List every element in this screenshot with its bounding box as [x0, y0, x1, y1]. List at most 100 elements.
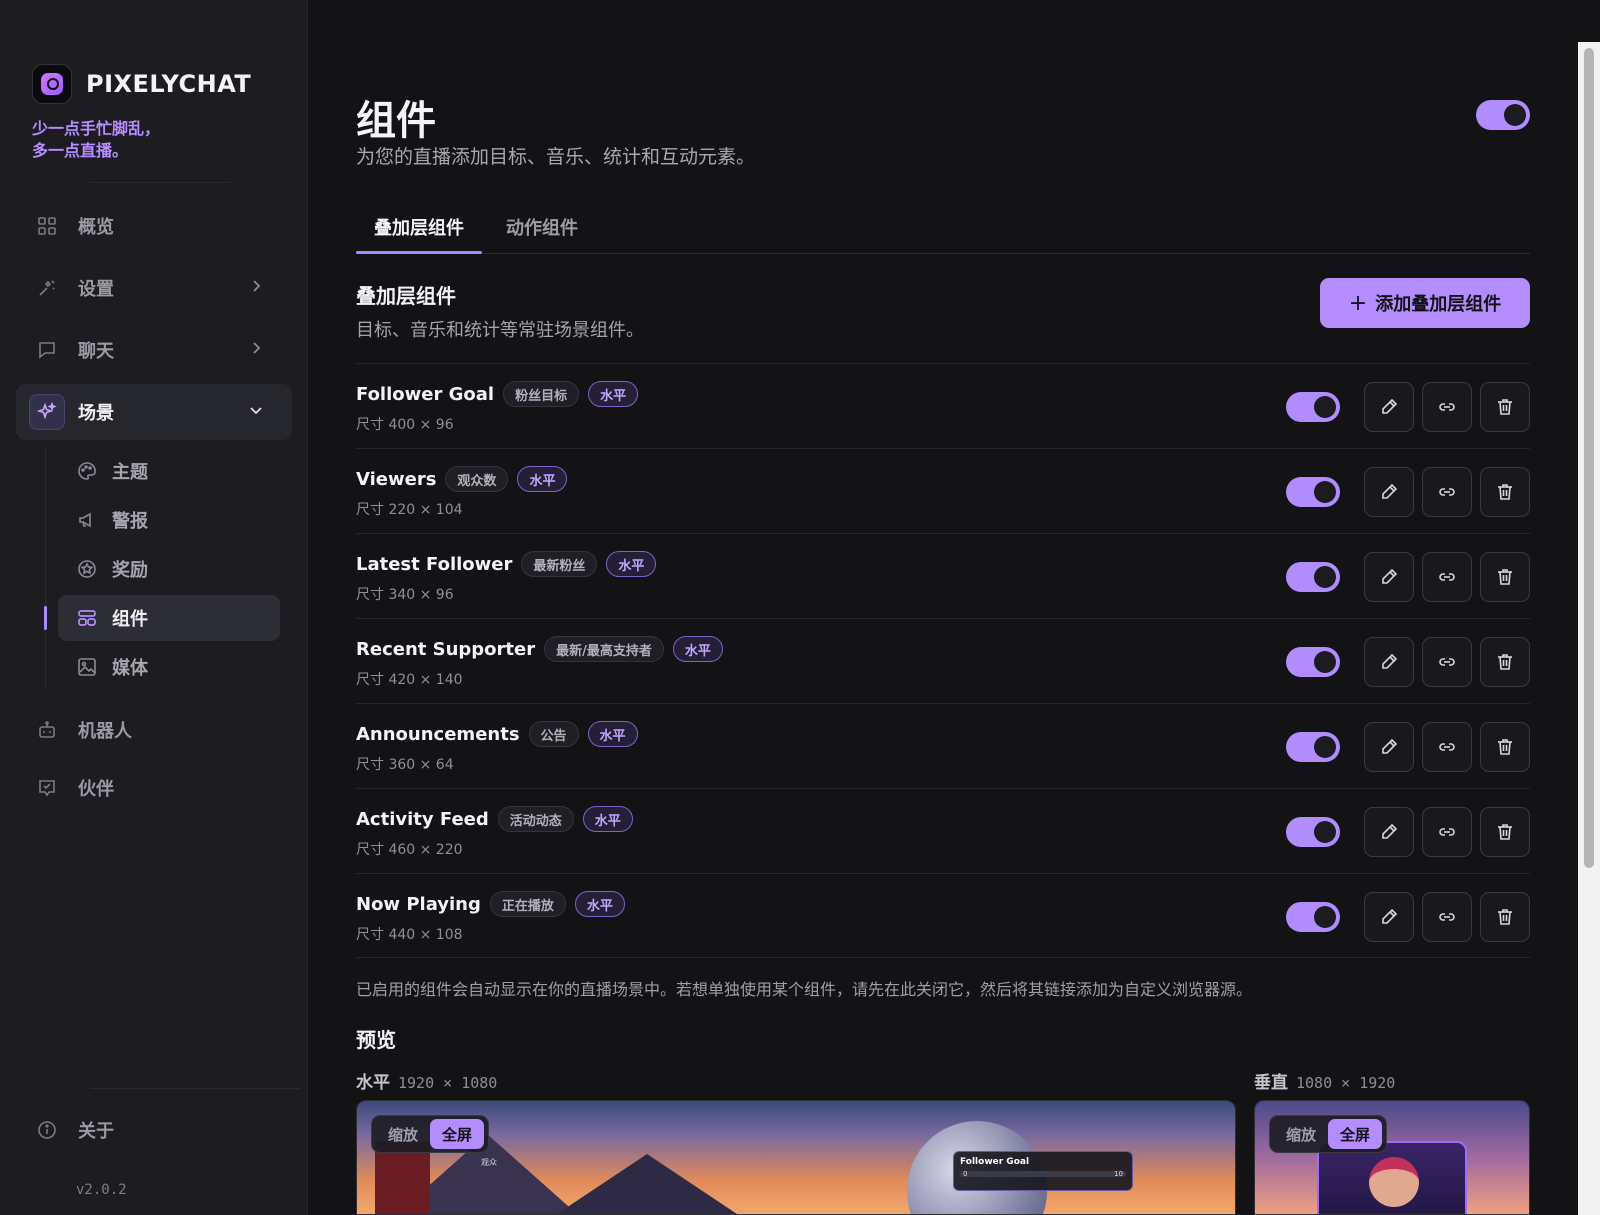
copy-link-button[interactable]	[1422, 382, 1472, 432]
scrollbar-thumb[interactable]	[1584, 48, 1594, 868]
sidebar-item-chat[interactable]: 聊天	[16, 322, 292, 378]
fullscreen-button[interactable]: 全屏	[1328, 1119, 1383, 1149]
edit-widget-button[interactable]	[1364, 722, 1414, 772]
pencil-icon	[1379, 397, 1399, 417]
edit-widget-button[interactable]	[1364, 467, 1414, 517]
sidebar-subitem-themes[interactable]: 主题	[58, 448, 280, 494]
copy-link-button[interactable]	[1422, 892, 1472, 942]
plus-icon: +	[1348, 290, 1368, 316]
widget-enable-toggle[interactable]	[1286, 562, 1340, 592]
preview-horizontal-frame[interactable]: 缩放 全屏 观众 Follower Goal 0 10	[356, 1100, 1236, 1215]
delete-widget-button[interactable]	[1480, 382, 1530, 432]
widget-list: Follower Goal 粉丝目标 水平 尺寸 400 × 96 Viewer…	[356, 363, 1530, 958]
widget-row-header: Now Playing 正在播放 水平	[356, 889, 625, 919]
trash-icon	[1495, 822, 1515, 842]
pencil-icon	[1379, 737, 1399, 757]
zoom-button[interactable]: 缩放	[376, 1124, 430, 1145]
copy-link-button[interactable]	[1422, 722, 1472, 772]
widget-size: 尺寸 220 × 104	[356, 502, 463, 518]
grid-icon	[36, 215, 58, 237]
delete-widget-button[interactable]	[1480, 807, 1530, 857]
edit-widget-button[interactable]	[1364, 892, 1414, 942]
widget-type-badge: 公告	[528, 721, 579, 747]
widget-enable-toggle[interactable]	[1286, 477, 1340, 507]
link-icon	[1437, 397, 1457, 417]
widget-row: Announcements 公告 水平 尺寸 360 × 64	[356, 703, 1530, 788]
widget-enable-toggle[interactable]	[1286, 732, 1340, 762]
widget-type-badge: 观众数	[445, 466, 509, 492]
zoom-button[interactable]: 缩放	[1274, 1124, 1328, 1145]
widget-row: Now Playing 正在播放 水平 尺寸 440 × 108	[356, 873, 1530, 958]
sidebar-subitem-label: 组件	[112, 609, 148, 630]
widget-name: Latest Follower	[356, 553, 513, 575]
widget-enable-toggle[interactable]	[1286, 647, 1340, 677]
delete-widget-button[interactable]	[1480, 467, 1530, 517]
edit-widget-button[interactable]	[1364, 637, 1414, 687]
sparkle-icon	[29, 394, 65, 430]
preview-controls: 缩放 全屏	[371, 1115, 490, 1153]
trash-icon	[1495, 397, 1515, 417]
brand-tagline: 少一点手忙脚乱， 多一点直播。	[32, 119, 161, 160]
brand[interactable]: PIXELYCHAT	[32, 64, 251, 104]
link-icon	[1437, 737, 1457, 757]
sidebar-subitem-widgets[interactable]: 组件	[58, 595, 280, 641]
widget-orientation-badge: 水平	[574, 891, 625, 917]
delete-widget-button[interactable]	[1480, 637, 1530, 687]
sidebar-item-label: 机器人	[78, 721, 132, 742]
sidebar-item-scenes[interactable]: 场景	[16, 384, 292, 440]
link-icon	[1437, 482, 1457, 502]
sidebar-item-label: 关于	[78, 1121, 114, 1142]
pencil-icon	[1379, 567, 1399, 587]
active-indicator	[44, 606, 47, 630]
trash-icon	[1495, 482, 1515, 502]
copy-link-button[interactable]	[1422, 552, 1472, 602]
sidebar-item-settings[interactable]: 设置	[16, 260, 292, 316]
widget-name: Follower Goal	[356, 383, 495, 405]
tab-action-widgets[interactable]: 动作组件	[506, 214, 578, 240]
sidebar-item-partners[interactable]: 伙伴	[16, 760, 292, 816]
sidebar-item-bots[interactable]: 机器人	[16, 702, 292, 758]
widget-enable-toggle[interactable]	[1286, 392, 1340, 422]
edit-widget-button[interactable]	[1364, 807, 1414, 857]
widgets-master-toggle[interactable]	[1476, 100, 1530, 130]
sidebar-subitem-rewards[interactable]: 奖励	[58, 546, 280, 592]
edit-widget-button[interactable]	[1364, 382, 1414, 432]
pencil-icon	[1379, 907, 1399, 927]
widget-size: 尺寸 440 × 108	[356, 927, 463, 943]
link-icon	[1437, 907, 1457, 927]
tab-overlay-widgets[interactable]: 叠加层组件	[374, 214, 464, 240]
widgets-note: 已启用的组件会自动显示在你的直播场景中。若想单独使用某个组件，请先在此关闭它，然…	[356, 980, 1253, 999]
widget-orientation-badge: 水平	[582, 806, 633, 832]
sidebar-item-about[interactable]: 关于	[16, 1102, 292, 1158]
sidebar-subitem-alerts[interactable]: 警报	[58, 497, 280, 543]
widget-enable-toggle[interactable]	[1286, 817, 1340, 847]
edit-widget-button[interactable]	[1364, 552, 1414, 602]
widget-actions	[1286, 637, 1530, 687]
sidebar-item-label: 聊天	[78, 341, 114, 362]
delete-widget-button[interactable]	[1480, 892, 1530, 942]
widget-enable-toggle[interactable]	[1286, 902, 1340, 932]
fullscreen-button[interactable]: 全屏	[430, 1119, 485, 1149]
widget-actions	[1286, 382, 1530, 432]
copy-link-button[interactable]	[1422, 807, 1472, 857]
widget-actions	[1286, 467, 1530, 517]
preview-vertical-frame[interactable]: 缩放 全屏	[1254, 1100, 1530, 1215]
copy-link-button[interactable]	[1422, 637, 1472, 687]
delete-widget-button[interactable]	[1480, 552, 1530, 602]
widget-type-badge: 活动动态	[497, 806, 574, 832]
chevron-right-icon	[248, 278, 264, 294]
sidebar-subitem-media[interactable]: 媒体	[58, 644, 280, 690]
page-subtitle: 为您的直播添加目标、音乐、统计和互动元素。	[356, 146, 756, 168]
brand-name: PIXELYCHAT	[86, 70, 252, 98]
delete-widget-button[interactable]	[1480, 722, 1530, 772]
copy-link-button[interactable]	[1422, 467, 1472, 517]
widget-type-badge: 粉丝目标	[503, 381, 580, 407]
sidebar-item-overview[interactable]: 概览	[16, 198, 292, 254]
info-icon	[36, 1119, 58, 1141]
widget-type-badge: 正在播放	[489, 891, 566, 917]
trash-icon	[1495, 737, 1515, 757]
widget-size: 尺寸 340 × 96	[356, 587, 454, 603]
add-overlay-widget-button[interactable]: + 添加叠加层组件	[1320, 278, 1530, 328]
widget-size: 尺寸 400 × 96	[356, 417, 454, 433]
main-content: 组件 为您的直播添加目标、音乐、统计和互动元素。 叠加层组件 动作组件 叠加层组…	[356, 0, 1530, 1215]
